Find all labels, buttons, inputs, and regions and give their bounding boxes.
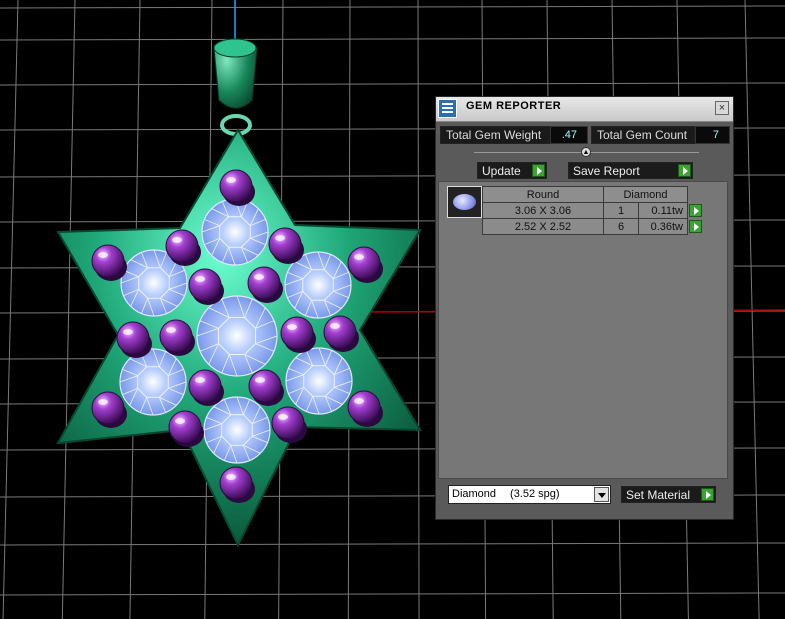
table-row: 2.52 X 2.52 6 0.36tw bbox=[482, 218, 703, 235]
collapse-toggle-icon[interactable]: ▲ bbox=[581, 147, 591, 157]
total-gem-count-value: 7 bbox=[695, 126, 730, 144]
gem-count-cell: 1 bbox=[603, 202, 639, 219]
table-row: 3.06 X 3.06 1 0.11tw bbox=[482, 202, 703, 219]
gem-weight-cell: 0.11tw bbox=[638, 202, 688, 219]
play-arrow-icon bbox=[689, 220, 702, 233]
gem-report-table: Round Diamond 3.06 X 3.06 1 0.11tw 2.52 … bbox=[482, 186, 703, 235]
play-arrow-icon bbox=[678, 164, 691, 177]
row-select-button[interactable] bbox=[688, 203, 703, 219]
chevron-down-icon[interactable] bbox=[594, 487, 609, 502]
update-button-label: Update bbox=[482, 164, 521, 178]
column-header-material: Diamond bbox=[603, 186, 688, 203]
total-gem-weight-value: .47 bbox=[550, 126, 588, 144]
play-arrow-icon bbox=[689, 204, 702, 217]
update-button[interactable]: Update bbox=[477, 162, 547, 179]
round-gem-thumbnail[interactable] bbox=[447, 186, 482, 218]
diamond-gem bbox=[119, 348, 187, 416]
set-material-button-label: Set Material bbox=[626, 488, 691, 502]
round-gem-icon bbox=[453, 194, 476, 210]
play-arrow-icon bbox=[701, 488, 714, 501]
save-report-button[interactable]: Save Report bbox=[568, 162, 693, 179]
material-select-name: Diamond bbox=[452, 488, 497, 500]
gem-reporter-app-icon bbox=[438, 99, 457, 118]
column-header-shape: Round bbox=[482, 186, 604, 203]
diamond-gem bbox=[201, 198, 269, 266]
row-select-button[interactable] bbox=[688, 219, 703, 235]
panel-title: GEM REPORTER bbox=[466, 100, 562, 112]
set-material-button[interactable]: Set Material bbox=[621, 486, 716, 503]
diamond-gem bbox=[203, 396, 271, 464]
diamond-gem bbox=[285, 347, 353, 415]
save-report-button-label: Save Report bbox=[573, 164, 640, 178]
play-arrow-icon bbox=[532, 164, 545, 177]
total-gem-count-label: Total Gem Count bbox=[591, 126, 695, 144]
gem-size-cell: 2.52 X 2.52 bbox=[482, 218, 604, 235]
gem-count-cell: 6 bbox=[603, 218, 639, 235]
total-gem-weight-label: Total Gem Weight bbox=[440, 126, 551, 144]
pendant-bail-top bbox=[213, 38, 257, 58]
report-area: Round Diamond 3.06 X 3.06 1 0.11tw 2.52 … bbox=[438, 181, 728, 479]
material-select-spg: (3.52 spg) bbox=[510, 488, 560, 500]
panel-titlebar[interactable]: GEM REPORTER × bbox=[436, 97, 733, 122]
gem-weight-cell: 0.36tw bbox=[638, 218, 688, 235]
material-select[interactable]: Diamond (3.52 spg) bbox=[448, 485, 611, 504]
gem-reporter-panel: GEM REPORTER × Total Gem Weight .47 Tota… bbox=[435, 96, 734, 520]
close-button[interactable]: × bbox=[715, 101, 729, 115]
diamond-gem bbox=[196, 295, 278, 377]
gem-size-cell: 3.06 X 3.06 bbox=[482, 202, 604, 219]
